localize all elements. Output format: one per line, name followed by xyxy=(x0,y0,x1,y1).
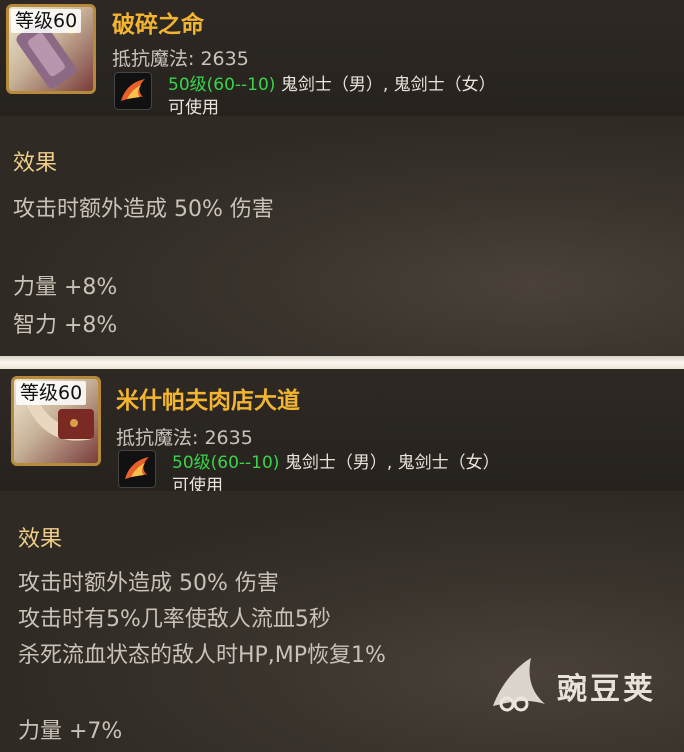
item-header: 等级60 破碎之命 抵抗魔法: 2635 50级(60--10) 鬼剑士（男）,… xyxy=(0,0,684,118)
watermark: 豌豆荚 xyxy=(487,654,656,718)
effect-line: 攻击时额外造成 50% 伤害 xyxy=(13,197,274,222)
usable-status: 可使用 xyxy=(168,98,219,118)
flame-icon xyxy=(125,457,149,479)
weapon-icon: 等级60 xyxy=(6,4,96,94)
resist-magic: 抵抗魔法: 2635 xyxy=(112,48,249,70)
effect-line: 杀死流血状态的敌人时HP,MP恢复1% xyxy=(18,643,386,668)
weapon-icon: 等级60 xyxy=(11,376,101,466)
item-name: 破碎之命 xyxy=(112,12,204,38)
item-header: 等级60 米什帕夫肉店大道 抵抗魔法: 2635 50级(60--10) 鬼剑士… xyxy=(0,369,684,496)
item-card-1: 等级60 破碎之命 抵抗魔法: 2635 50级(60--10) 鬼剑士（男）,… xyxy=(0,0,684,356)
required-classes: 鬼剑士（男）, 鬼剑士（女） xyxy=(284,453,500,473)
class-icon xyxy=(114,72,152,110)
flame-icon xyxy=(121,79,145,101)
level-tag: 等级60 xyxy=(11,9,82,33)
effect-line: 攻击时额外造成 50% 伤害 xyxy=(18,571,279,596)
item-name: 米什帕夫肉店大道 xyxy=(116,388,300,414)
effect-title: 效果 xyxy=(18,527,63,552)
requirement: 50级(60--10) 鬼剑士（男）, 鬼剑士（女） xyxy=(172,448,500,473)
effect-line: 攻击时有5%几率使敌人流血5秒 xyxy=(18,607,331,632)
watermark-text: 豌豆荚 xyxy=(557,672,656,707)
requirement: 50级(60--10) 鬼剑士（男）, 鬼剑士（女） xyxy=(168,70,496,95)
stat-line: 力量 +7% xyxy=(18,719,123,744)
effect-title: 效果 xyxy=(13,151,58,176)
pea-pod-logo-icon xyxy=(493,658,545,712)
required-level: 50级(60--10) xyxy=(172,453,280,473)
effect-section: 效果 攻击时额外造成 50% 伤害 力量 +8% 智力 +8% xyxy=(0,116,684,356)
stat-line: 力量 +8% xyxy=(13,275,118,300)
stat-line: 智力 +8% xyxy=(13,313,118,338)
class-icon xyxy=(118,450,156,488)
resist-magic: 抵抗魔法: 2635 xyxy=(116,427,253,449)
required-level: 50级(60--10) xyxy=(168,75,276,95)
card-divider xyxy=(0,356,684,369)
required-classes: 鬼剑士（男）, 鬼剑士（女） xyxy=(280,75,496,95)
level-tag: 等级60 xyxy=(16,381,87,405)
